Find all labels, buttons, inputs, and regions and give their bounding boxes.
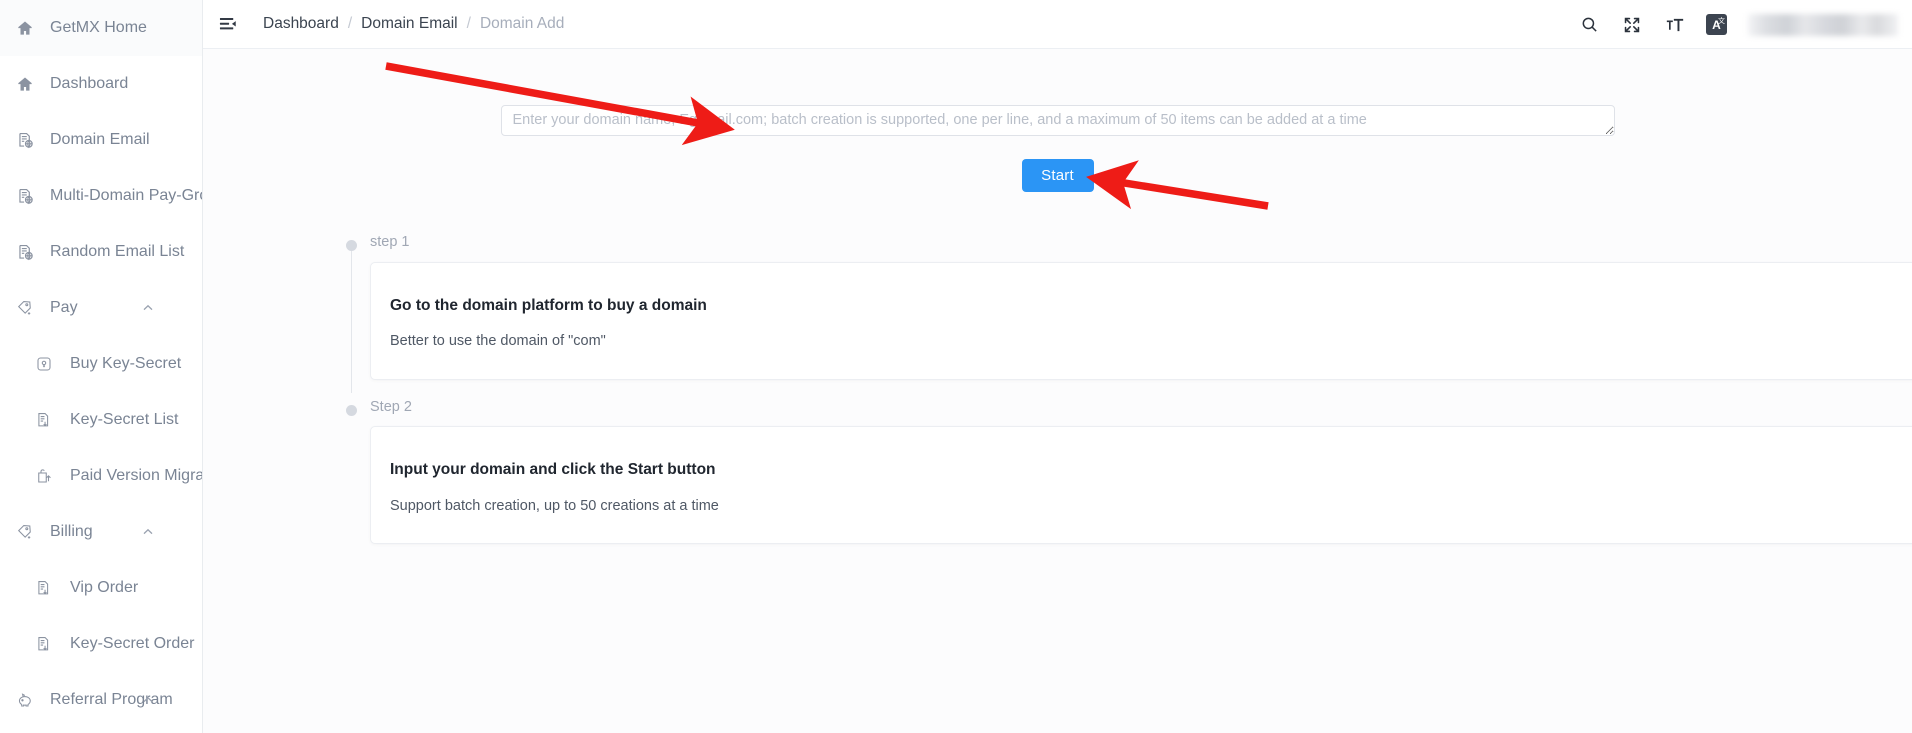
start-button[interactable]: Start bbox=[1021, 159, 1094, 192]
sidebar-item-domain-email[interactable]: Domain Email bbox=[0, 112, 202, 168]
sidebar-item-label: Buy Key-Secret bbox=[70, 355, 182, 372]
step-item: Step 2 Input your domain and click the S… bbox=[346, 398, 1912, 544]
sidebar-item-label: Random Email List bbox=[50, 243, 185, 260]
doc-check-icon bbox=[33, 577, 55, 599]
home-icon bbox=[14, 17, 36, 39]
content-area: Start step 1 Go to the domain platform t… bbox=[203, 49, 1912, 733]
bag-upload-icon bbox=[33, 465, 55, 487]
chevron-up-icon bbox=[142, 302, 154, 314]
domain-globe-icon bbox=[14, 241, 36, 263]
sidebar-item-label: Domain Email bbox=[50, 131, 150, 148]
step-label: step 1 bbox=[370, 234, 410, 250]
app-window: GetMX Home Dashboard Domain Email Multi-… bbox=[0, 0, 1912, 733]
sidebar-item-label: Key-Secret List bbox=[70, 411, 179, 428]
step-card-title: Go to the domain platform to buy a domai… bbox=[390, 296, 707, 314]
piggy-icon bbox=[14, 689, 36, 711]
topbar: Dashboard / Domain Email / Domain Add A … bbox=[203, 0, 1912, 49]
sidebar-item-label: Paid Version Migration bbox=[70, 467, 202, 484]
domain-globe-icon bbox=[14, 185, 36, 207]
sidebar-item-label: Key-Secret Order bbox=[70, 635, 195, 652]
key-box-icon bbox=[33, 353, 55, 375]
chevron-up-icon bbox=[142, 526, 154, 538]
steps-timeline: step 1 Go to the domain platform to buy … bbox=[346, 233, 1912, 544]
sidebar-item-label: Vip Order bbox=[70, 579, 139, 596]
doc-check-icon bbox=[33, 633, 55, 655]
sidebar-item-buy-key-secret[interactable]: Buy Key-Secret bbox=[0, 336, 202, 392]
search-icon[interactable] bbox=[1577, 13, 1601, 37]
domain-globe-icon bbox=[14, 129, 36, 151]
tag-icon bbox=[14, 297, 36, 319]
breadcrumb-separator: / bbox=[347, 15, 353, 32]
domain-input[interactable] bbox=[500, 105, 1615, 136]
breadcrumb-separator: / bbox=[466, 15, 471, 32]
user-account-area[interactable] bbox=[1748, 13, 1898, 36]
vertical-scrollbar[interactable] bbox=[1903, 98, 1912, 733]
doc-check-icon bbox=[33, 409, 55, 431]
step-dot-icon bbox=[346, 404, 357, 416]
step-connector-line bbox=[351, 251, 352, 393]
step-card-title: Input your domain and click the Start bu… bbox=[390, 461, 716, 478]
hamburger-collapse-icon[interactable] bbox=[217, 13, 239, 35]
sidebar-group-referral-program[interactable]: Referral Program bbox=[0, 672, 202, 728]
chevron-up-icon bbox=[142, 694, 154, 706]
sidebar-item-dashboard[interactable]: Dashboard bbox=[0, 56, 202, 112]
sidebar-group-billing[interactable]: Billing bbox=[0, 504, 202, 560]
sidebar-item-key-secret-list[interactable]: Key-Secret List bbox=[0, 392, 202, 448]
domain-add-form: Start bbox=[203, 49, 1912, 192]
sidebar-item-multi-domain-pay-group[interactable]: Multi-Domain Pay-Group bbox=[0, 168, 202, 224]
sidebar-item-label: Billing bbox=[50, 523, 93, 540]
language-switch-icon[interactable]: A 文 bbox=[1706, 14, 1727, 35]
sidebar-item-vip-order[interactable]: Vip Order bbox=[0, 560, 202, 616]
topbar-actions: A 文 bbox=[1577, 0, 1904, 49]
step-card: Go to the domain platform to buy a domai… bbox=[370, 261, 1912, 380]
language-badge-sup: 文 bbox=[1718, 18, 1725, 25]
step-item: step 1 Go to the domain platform to buy … bbox=[346, 233, 1912, 393]
breadcrumb: Dashboard / Domain Email / Domain Add bbox=[263, 15, 564, 33]
font-size-icon[interactable] bbox=[1663, 13, 1687, 37]
sidebar-item-key-secret-order[interactable]: Key-Secret Order bbox=[0, 616, 202, 672]
sidebar-item-referral-program[interactable]: Referral Program bbox=[0, 728, 202, 733]
step-card-body: Better to use the domain of "com" bbox=[390, 333, 606, 349]
breadcrumb-item-domain-email[interactable]: Domain Email bbox=[361, 15, 457, 33]
sidebar-item-random-email-list[interactable]: Random Email List bbox=[0, 224, 202, 280]
step-card: Input your domain and click the Start bu… bbox=[370, 426, 1912, 544]
step-card-body: Support batch creation, up to 50 creatio… bbox=[390, 497, 719, 514]
sidebar-item-paid-version-migration[interactable]: Paid Version Migration bbox=[0, 448, 202, 504]
main-area: Dashboard / Domain Email / Domain Add A … bbox=[203, 0, 1912, 733]
step-dot-icon bbox=[346, 240, 357, 251]
sidebar-item-label: Dashboard bbox=[50, 75, 129, 92]
breadcrumb-item-domain-add: Domain Add bbox=[479, 15, 565, 32]
sidebar: GetMX Home Dashboard Domain Email Multi-… bbox=[0, 0, 203, 733]
sidebar-item-label: Referral Program bbox=[50, 691, 173, 708]
sidebar-item-label: GetMX Home bbox=[50, 19, 147, 36]
sidebar-item-label: Pay bbox=[50, 299, 78, 316]
sidebar-item-getmx-home[interactable]: GetMX Home bbox=[0, 0, 202, 56]
home-icon bbox=[14, 73, 36, 95]
fullscreen-icon[interactable] bbox=[1620, 13, 1644, 37]
sidebar-item-label: Multi-Domain Pay-Group bbox=[50, 187, 202, 204]
breadcrumb-item-dashboard[interactable]: Dashboard bbox=[263, 15, 339, 33]
tag-icon bbox=[14, 521, 36, 543]
step-label: Step 2 bbox=[370, 398, 412, 415]
sidebar-group-pay[interactable]: Pay bbox=[0, 280, 202, 336]
